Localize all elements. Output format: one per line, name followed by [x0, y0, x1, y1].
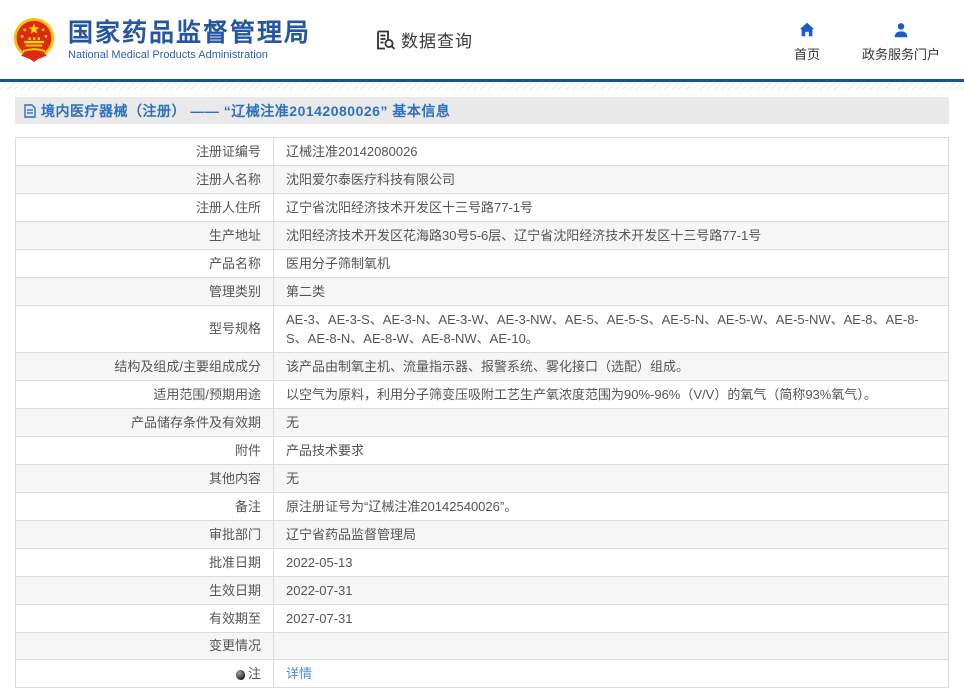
row-value: 原注册证号为“辽械注准20142540026”。 [286, 499, 518, 514]
row-value: 辽宁省药品监督管理局 [286, 527, 417, 542]
user-icon [894, 22, 908, 37]
breadcrumb: 境内医疗器械（注册） —— “辽械注准20142080026” 基本信息 [15, 97, 949, 124]
row-label: 注册人住所 [16, 194, 274, 221]
row-label: 备注 [16, 493, 274, 520]
row-value: 详情 [274, 660, 948, 687]
national-emblem-icon [13, 17, 55, 62]
row-value: 辽宁省沈阳经济技术开发区十三号路77-1号 [286, 200, 534, 215]
table-row: 适用范围/预期用途 以空气为原料，利用分子筛变压吸附工艺生产氧浓度范围为90%-9… [16, 381, 948, 409]
data-query-tab[interactable]: 数据查询 [373, 27, 473, 52]
row-label: 附件 [16, 437, 274, 464]
row-label: 注册人名称 [16, 166, 274, 193]
row-label: 生效日期 [16, 577, 274, 604]
row-label: 产品名称 [16, 250, 274, 277]
table-row: 注详情 [16, 660, 948, 688]
row-value: 2027-07-31 [286, 611, 353, 626]
table-row: 注册人住所 辽宁省沈阳经济技术开发区十三号路77-1号 [16, 194, 948, 222]
row-value: 医用分子筛制氧机 [286, 256, 391, 271]
row-value: 辽械注准20142080026 [286, 144, 418, 159]
top-nav: 首页 政务服务门户 [794, 17, 940, 63]
table-row: 变更情况 [16, 633, 948, 660]
home-icon [799, 22, 815, 36]
row-value: 第二类 [286, 284, 326, 299]
row-label: 型号规格 [16, 306, 274, 352]
table-row: 批准日期 2022-05-13 [16, 549, 948, 577]
row-value: 沈阳爱尔泰医疗科技有限公司 [286, 172, 456, 187]
row-value: 2022-07-31 [286, 583, 353, 598]
row-label: 审批部门 [16, 521, 274, 548]
detail-link[interactable]: 详情 [286, 666, 312, 681]
row-label: 适用范围/预期用途 [16, 381, 274, 408]
table-row: 生产地址 沈阳经济技术开发区花海路30号5-6层、辽宁省沈阳经济技术开发区十三号路… [16, 222, 948, 250]
main-content: 境内医疗器械（注册） —— “辽械注准20142080026” 基本信息 注册证… [0, 90, 964, 688]
row-value: 2022-05-13 [286, 555, 353, 570]
row-label: 结构及组成/主要组成成分 [16, 353, 274, 380]
row-value: AE-3、AE-3-S、AE-3-N、AE-3-W、AE-3-NW、AE-5、A… [286, 312, 919, 346]
row-label: 注 [16, 660, 274, 687]
document-icon [24, 103, 36, 118]
table-row: 结构及组成/主要组成成分 该产品由制氧主机、流量指示器、报警系统、雾化接口（选配）… [16, 353, 948, 381]
nmpa-logo[interactable]: 国家药品监督管理局 National Medical Products Admi… [12, 17, 311, 63]
document-search-icon [377, 30, 396, 50]
header: 国家药品监督管理局 National Medical Products Admi… [0, 0, 964, 79]
row-value: 无 [286, 415, 300, 430]
table-row: 备注 原注册证号为“辽械注准20142540026”。 [16, 493, 948, 521]
row-label: 管理类别 [16, 278, 274, 305]
page-title: 境内医疗器械（注册） —— “辽械注准20142080026” 基本信息 [41, 102, 451, 119]
info-table: 注册证编号 辽械注准20142080026 注册人名称 沈阳爱尔泰医疗科技有限公司 注册… [15, 137, 949, 688]
row-label: 生产地址 [16, 222, 274, 249]
table-row: 产品储存条件及有效期无 [16, 409, 948, 437]
table-row: 附件 产品技术要求 [16, 437, 948, 465]
table-row: 管理类别 第二类 [16, 278, 948, 306]
table-row: 生效日期 2022-07-31 [16, 577, 948, 605]
row-value: 无 [286, 471, 300, 486]
row-value: 沈阳经济技术开发区花海路30号5-6层、辽宁省沈阳经济技术开发区十三号路77-1… [286, 228, 762, 243]
row-value: 该产品由制氧主机、流量指示器、报警系统、雾化接口（选配）组成。 [286, 359, 690, 374]
row-label: 批准日期 [16, 549, 274, 576]
nav-gov-portal-label: 政务服务门户 [861, 46, 940, 62]
row-label: 有效期至 [16, 605, 274, 632]
row-label: 其他内容 [16, 465, 274, 492]
data-query-label: 数据查询 [401, 32, 474, 51]
row-value [274, 633, 948, 659]
row-label: 产品储存条件及有效期 [16, 409, 274, 436]
table-row: 有效期至 2027-07-31 [16, 605, 948, 633]
site-subtitle: National Medical Products Administration [68, 48, 268, 61]
row-label: 变更情况 [16, 633, 274, 659]
table-row: 注册人名称 沈阳爱尔泰医疗科技有限公司 [16, 166, 948, 194]
row-label: 注册证编号 [16, 138, 274, 165]
site-title: 国家药品监督管理局 [68, 18, 312, 47]
table-row: 注册证编号 辽械注准20142080026 [16, 138, 948, 166]
nav-gov-portal[interactable]: 政务服务门户 [862, 21, 940, 63]
nav-home-label: 首页 [793, 46, 820, 62]
nav-home[interactable]: 首页 [794, 21, 820, 63]
hatch-band [0, 82, 964, 90]
table-row: 其他内容无 [16, 465, 948, 493]
row-value: 产品技术要求 [286, 443, 365, 458]
note-icon [235, 669, 245, 680]
table-row: 产品名称 医用分子筛制氧机 [16, 250, 948, 278]
table-row: 型号规格 AE-3、AE-3-S、AE-3-N、AE-3-W、AE-3-NW、AE… [16, 306, 948, 353]
row-value: 以空气为原料，利用分子筛变压吸附工艺生产氧浓度范围为90%-96%（V/V）的氧… [286, 387, 877, 402]
table-row: 审批部门 辽宁省药品监督管理局 [16, 521, 948, 549]
